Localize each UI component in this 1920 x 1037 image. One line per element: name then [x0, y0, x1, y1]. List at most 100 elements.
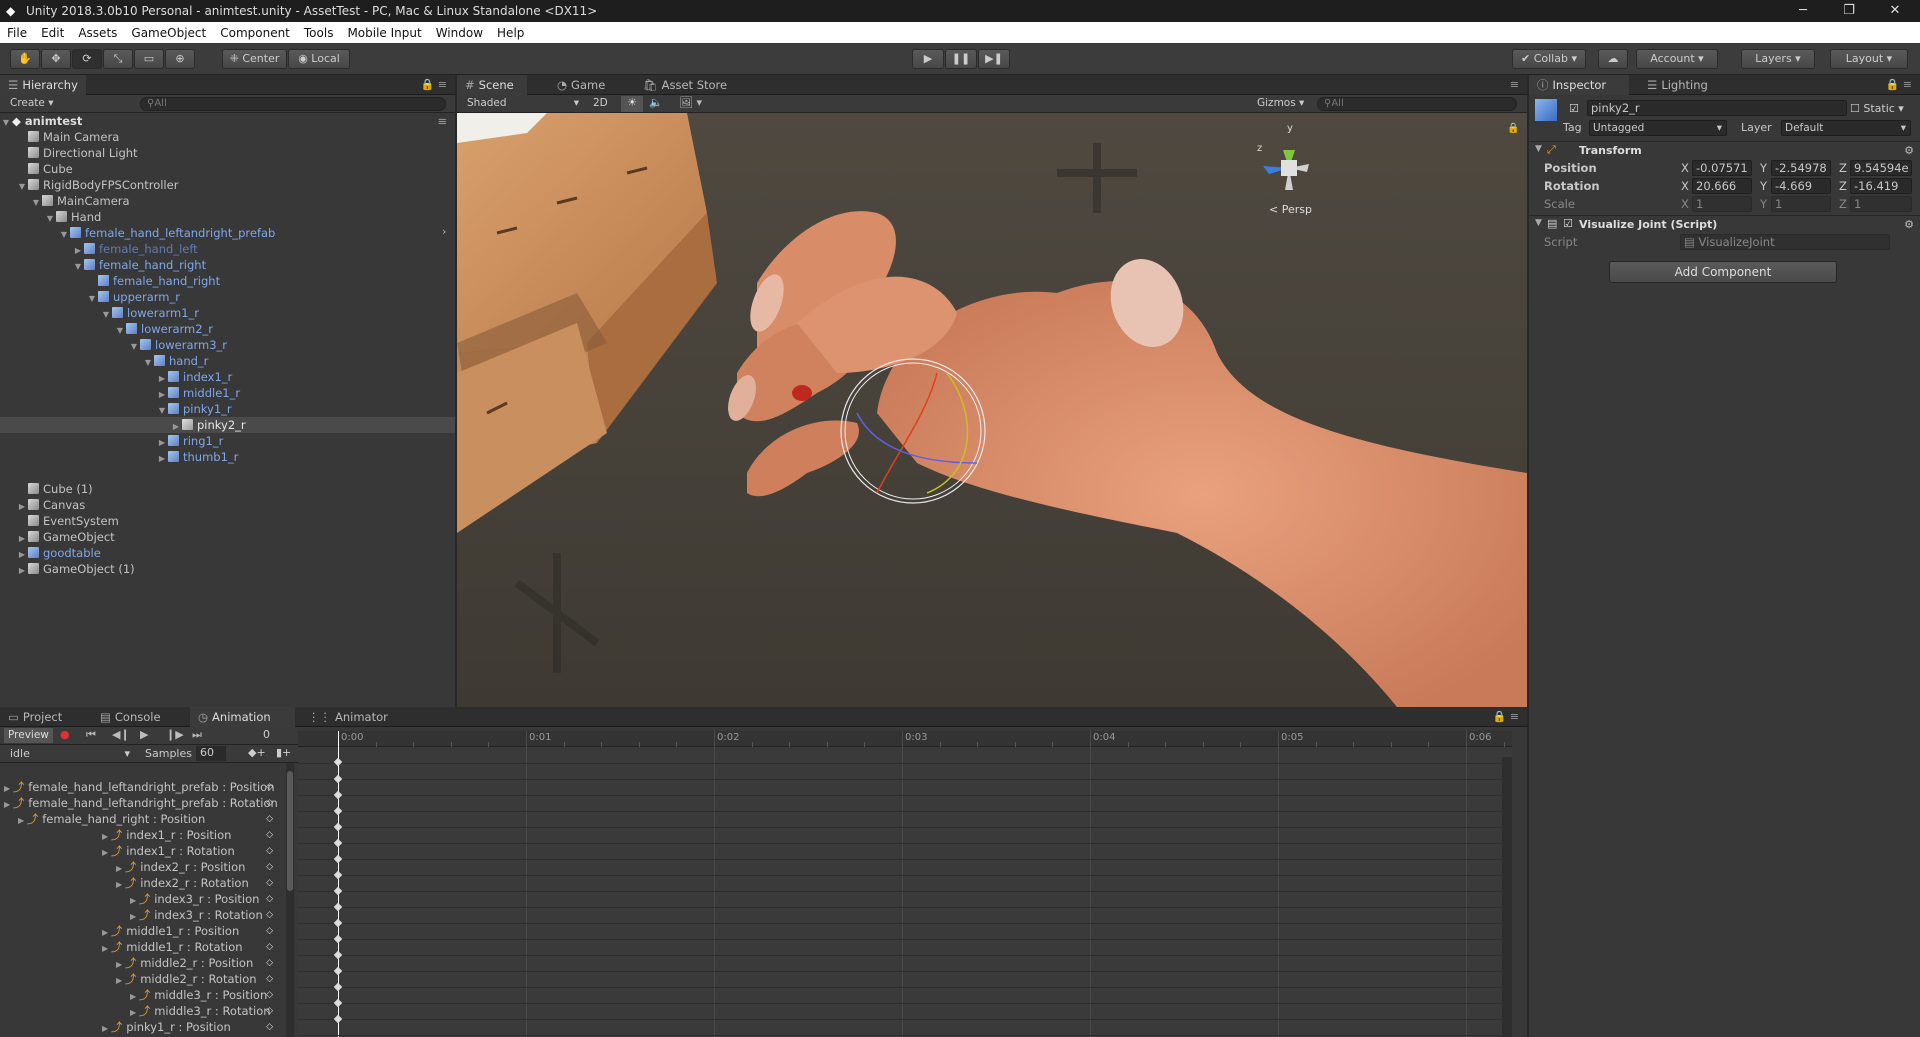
- hierarchy-item[interactable]: ▶ Canvas: [0, 497, 455, 513]
- keyframe[interactable]: [333, 934, 343, 944]
- hierarchy-item[interactable]: ▼ lowerarm2_r: [0, 321, 455, 337]
- tab-console[interactable]: ▤ Console: [92, 707, 169, 727]
- animation-property-row[interactable]: ▶ ⤴ female_hand_leftandright_prefab : Pos…: [0, 779, 283, 795]
- keyframe[interactable]: [333, 918, 343, 928]
- tab-inspector[interactable]: ⓘ Inspector: [1529, 75, 1629, 95]
- scene-viewport[interactable]: y z 🔒 < Persp: [457, 113, 1527, 707]
- keyframe[interactable]: [333, 902, 343, 912]
- scale-y-field[interactable]: 1: [1771, 196, 1831, 212]
- hierarchy-item[interactable]: female_hand_right: [0, 273, 455, 289]
- add-event-icon[interactable]: ▮+: [276, 746, 291, 759]
- maximize-button[interactable]: ❐: [1826, 0, 1872, 22]
- samples-field[interactable]: 60: [196, 746, 226, 761]
- cloud-button[interactable]: ☁: [1598, 49, 1628, 69]
- tab-hierarchy[interactable]: ☰ Hierarchy: [0, 75, 86, 95]
- keyframe[interactable]: [333, 950, 343, 960]
- expand-arrow-icon[interactable]: ▶: [130, 1008, 139, 1017]
- animation-property-row[interactable]: ▶ ⤴ middle1_r : Rotation ◇: [0, 939, 283, 955]
- pause-button[interactable]: ❚❚: [945, 49, 977, 69]
- scene-panel-menu-icon[interactable]: ≡: [1510, 78, 1519, 91]
- hierarchy-item[interactable]: ▶ pinky2_r: [0, 417, 455, 433]
- hierarchy-item[interactable]: ▶ thumb1_r: [0, 449, 455, 465]
- menu-assets[interactable]: Assets: [71, 26, 124, 40]
- rect-tool-button[interactable]: ▭: [134, 49, 164, 69]
- hierarchy-item[interactable]: ▶ ring1_r: [0, 433, 455, 449]
- keyframe-toggle-icon[interactable]: ◇: [266, 987, 273, 1003]
- hierarchy-item[interactable]: ▼ lowerarm1_r: [0, 305, 455, 321]
- keyframe-toggle-icon[interactable]: ◇: [266, 779, 273, 795]
- menu-window[interactable]: Window: [429, 26, 490, 40]
- static-checkbox[interactable]: ☐ Static ▾: [1850, 102, 1904, 115]
- scene-root-row[interactable]: ▼ ◆ animtest ≡: [0, 113, 455, 129]
- animation-property-row[interactable]: ▶ ⤴ index1_r : Position ◇: [0, 827, 283, 843]
- keyframe[interactable]: [333, 870, 343, 880]
- keyframe[interactable]: [333, 806, 343, 816]
- space-local-button[interactable]: ◉ Local: [288, 49, 350, 69]
- hierarchy-item[interactable]: ▼ pinky1_r: [0, 401, 455, 417]
- hierarchy-item[interactable]: ▼ hand_r: [0, 353, 455, 369]
- prefab-open-arrow-icon[interactable]: ›: [442, 225, 446, 238]
- position-y-field[interactable]: -2.54978: [1771, 160, 1831, 176]
- animation-property-row[interactable]: ▶ ⤴ index2_r : Position ◇: [0, 859, 283, 875]
- animation-property-row[interactable]: ▶ ⤴ middle2_r : Position ◇: [0, 955, 283, 971]
- audio-toggle[interactable]: 🔈: [649, 96, 663, 109]
- scene-menu-icon[interactable]: ≡: [437, 113, 447, 129]
- collapse-arrow-icon[interactable]: ▼: [1535, 144, 1542, 154]
- rotation-z-field[interactable]: -16.419: [1850, 178, 1912, 194]
- keyframe[interactable]: [333, 1014, 343, 1024]
- hierarchy-item[interactable]: ▶ GameObject (1): [0, 561, 455, 577]
- expand-arrow-icon[interactable]: ▶: [130, 992, 139, 1001]
- expand-arrow-icon[interactable]: ▶: [102, 928, 111, 937]
- expand-arrow-icon[interactable]: ▶: [102, 1024, 111, 1033]
- animation-property-row[interactable]: ▶ ⤴ index3_r : Position ◇: [0, 891, 283, 907]
- create-dropdown[interactable]: Create ▾: [10, 97, 54, 109]
- inspector-menu-icon[interactable]: 🔒 ≡: [1886, 78, 1912, 91]
- menu-mobile-input[interactable]: Mobile Input: [340, 26, 428, 40]
- tag-dropdown[interactable]: Untagged ▾: [1589, 120, 1727, 136]
- timeline-scrollbar[interactable]: [1502, 757, 1512, 1037]
- menu-component[interactable]: Component: [213, 26, 297, 40]
- expand-arrow-icon[interactable]: ▶: [102, 944, 111, 953]
- play-button[interactable]: ▶: [912, 49, 944, 69]
- account-dropdown[interactable]: Account ▾: [1636, 49, 1718, 69]
- object-name-field[interactable]: pinky2_r: [1587, 100, 1847, 116]
- hierarchy-item[interactable]: ▼ MainCamera: [0, 193, 455, 209]
- property-list-scrollbar[interactable]: [286, 763, 294, 1037]
- expand-arrow-icon[interactable]: ▶: [102, 832, 111, 841]
- expand-arrow-icon[interactable]: ▶: [130, 912, 139, 921]
- collapse-arrow-icon[interactable]: ▼: [1535, 218, 1542, 228]
- keyframe-toggle-icon[interactable]: ◇: [266, 971, 273, 987]
- expand-arrow-icon[interactable]: ▶: [16, 563, 28, 579]
- keyframe-toggle-icon[interactable]: ◇: [266, 843, 273, 859]
- scale-z-field[interactable]: 1: [1850, 196, 1912, 212]
- hierarchy-item[interactable]: EventSystem: [0, 513, 455, 529]
- tab-game[interactable]: ◔ Game: [549, 75, 613, 95]
- menu-file[interactable]: File: [0, 26, 34, 40]
- hierarchy-item[interactable]: Cube: [0, 161, 455, 177]
- keyframe-toggle-icon[interactable]: ◇: [266, 1019, 273, 1035]
- active-checkbox[interactable]: ☑: [1569, 102, 1579, 115]
- keyframe[interactable]: [333, 838, 343, 848]
- keyframe-toggle-icon[interactable]: ◇: [266, 955, 273, 971]
- hierarchy-item[interactable]: ▼ female_hand_leftandright_prefab: [0, 225, 455, 241]
- hierarchy-item[interactable]: ▶ middle1_r: [0, 385, 455, 401]
- script-component-header[interactable]: ▼ ▤ ☑ Visualize Joint (Script) ⚙: [1529, 215, 1920, 233]
- gizmos-dropdown[interactable]: Gizmos ▾: [1257, 97, 1304, 109]
- hierarchy-item[interactable]: ▶ goodtable: [0, 545, 455, 561]
- animation-property-row[interactable]: ▶ ⤴ index1_r : Rotation ◇: [0, 843, 283, 859]
- keyframe-toggle-icon[interactable]: ◇: [266, 875, 273, 891]
- panel-menu-icon[interactable]: 🔒 ≡: [421, 78, 447, 91]
- hierarchy-item[interactable]: ▼ Hand: [0, 209, 455, 225]
- animation-property-row[interactable]: ▶ ⤴ female_hand_right : Position ◇: [0, 811, 283, 827]
- animation-property-row[interactable]: ▶ ⤴ pinky1_r : Position ◇: [0, 1019, 283, 1035]
- layer-dropdown[interactable]: Default ▾: [1781, 120, 1911, 136]
- close-button[interactable]: ✕: [1872, 0, 1918, 22]
- hierarchy-item[interactable]: ▼ RigidBodyFPSController: [0, 177, 455, 193]
- tab-project[interactable]: ▭ Project: [0, 707, 70, 727]
- animation-property-row[interactable]: ▶ ⤴ middle1_r : Position ◇: [0, 923, 283, 939]
- hierarchy-item[interactable]: ▶ index1_r: [0, 369, 455, 385]
- minimize-button[interactable]: ─: [1780, 0, 1826, 22]
- keyframe-toggle-icon[interactable]: ◇: [266, 1003, 273, 1019]
- expand-arrow-icon[interactable]: ▶: [116, 880, 125, 889]
- component-enabled-checkbox[interactable]: ☑: [1563, 217, 1573, 230]
